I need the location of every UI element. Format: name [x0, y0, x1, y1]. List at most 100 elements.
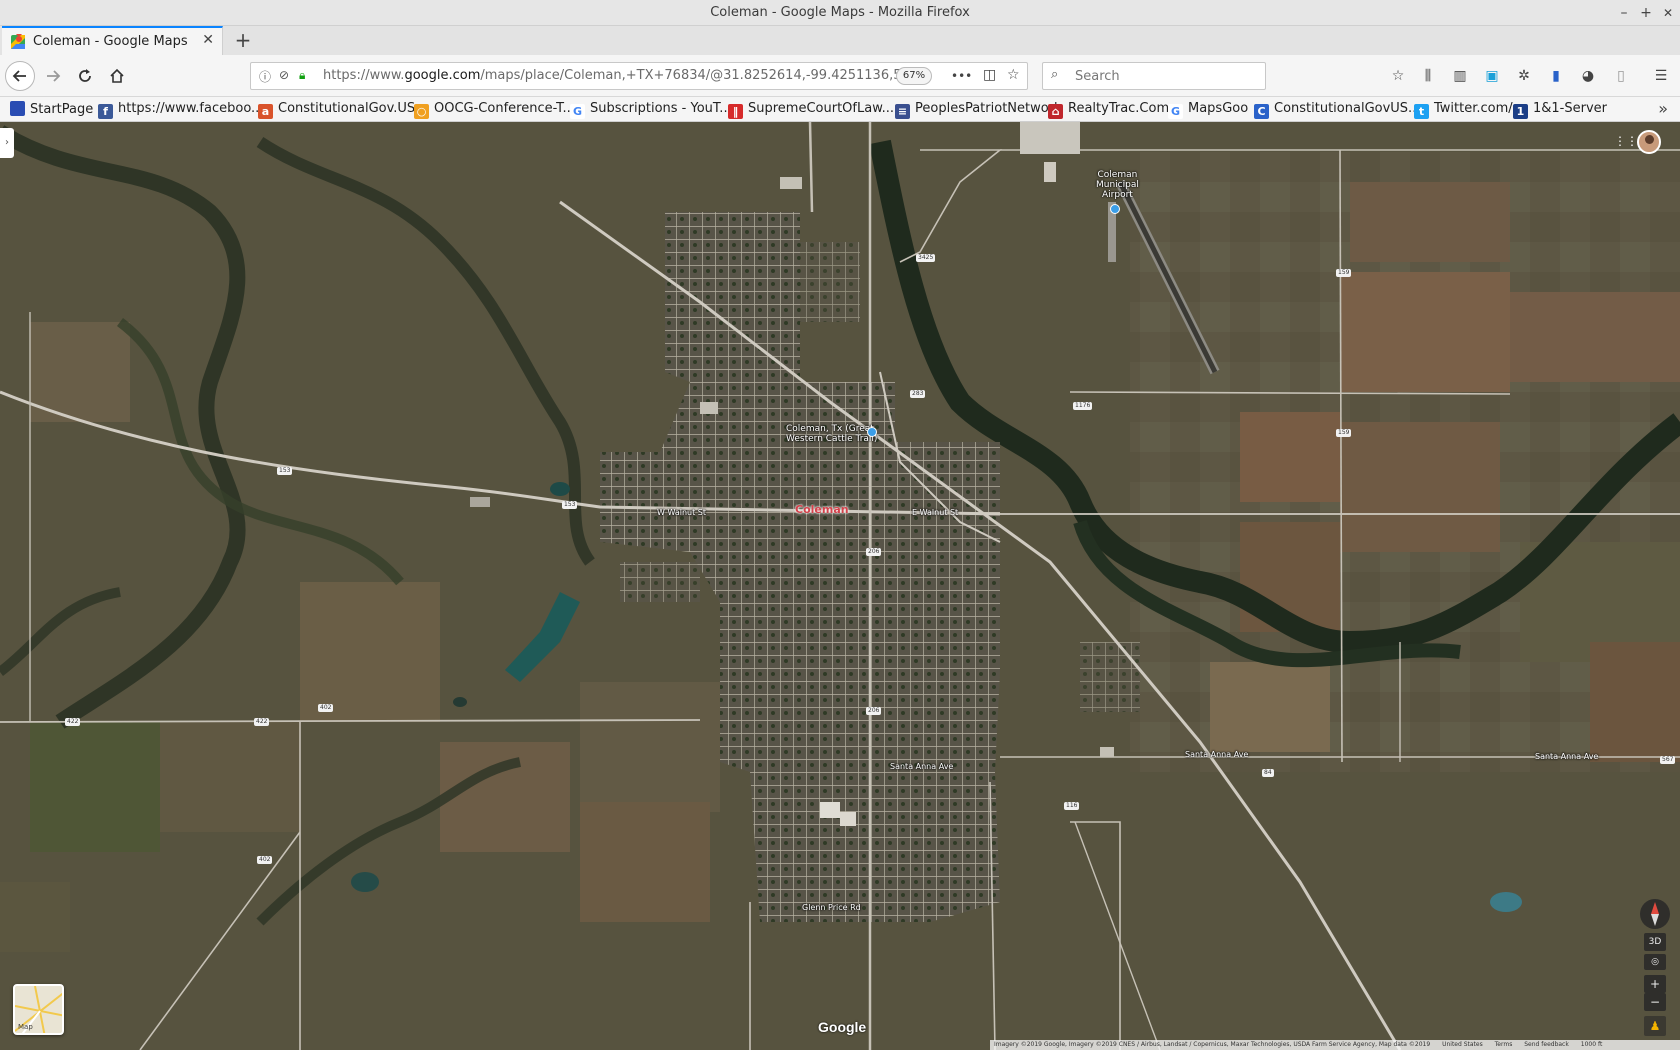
house-icon: ⌂ — [1048, 104, 1063, 119]
reload-icon — [79, 69, 91, 82]
bookmark-item[interactable]: G Subscriptions - YouT... — [570, 101, 732, 119]
bookmark-label: Twitter.com/ — [1434, 101, 1513, 116]
info-icon[interactable]: ⓘ — [259, 68, 271, 85]
url-bar[interactable]: ⓘ ⊘ 🔒︎ https://www.google.com/maps/place… — [250, 62, 1028, 90]
route-shield: 116 — [1064, 802, 1080, 810]
region-link[interactable]: United States — [1442, 1041, 1483, 1048]
tab-label: Coleman - Google Maps — [33, 34, 188, 49]
bookmark-item[interactable]: StartPage — [10, 101, 93, 119]
extension-icon[interactable]: ◕ — [1578, 66, 1598, 86]
3d-toggle-button[interactable]: 3D — [1644, 933, 1666, 951]
google-logo: Google — [818, 1019, 867, 1035]
title-bar: Coleman - Google Maps - Mozilla Firefox … — [0, 0, 1680, 26]
google-apps-icon[interactable]: ⋮⋮ — [1614, 134, 1638, 148]
airport-pin-icon[interactable] — [1110, 204, 1120, 214]
bookmark-label: ConstitutionalGovUS.... — [1274, 101, 1425, 116]
bookmark-label: PeoplesPatriotNetwork — [915, 101, 1062, 116]
route-shield: 159 — [1336, 269, 1352, 277]
pegman-icon[interactable]: ♟ — [1644, 1016, 1666, 1036]
bookmark-item[interactable]: C ConstitutionalGovUS.... — [1254, 101, 1425, 119]
map-attribution-bar: Imagery ©2019 Google, Imagery ©2019 CNES… — [990, 1040, 1680, 1050]
new-tab-button[interactable]: + — [232, 28, 254, 52]
bookmark-label: StartPage — [30, 102, 94, 117]
hamburger-menu-icon[interactable]: ☰ — [1651, 66, 1671, 86]
route-shield: 153 — [562, 501, 578, 509]
tracking-protection-icon[interactable]: ⊘ — [279, 68, 289, 82]
tab-google-maps[interactable]: Coleman - Google Maps ✕ — [2, 26, 223, 55]
google-icon: G — [570, 104, 585, 119]
route-shield: 567 — [1660, 756, 1676, 764]
maximize-button[interactable]: + — [1636, 3, 1656, 23]
page-actions-menu[interactable]: ••• — [951, 69, 972, 83]
bookmark-item[interactable]: G MapsGoo — [1168, 101, 1248, 119]
firefox-window: Coleman - Google Maps - Mozilla Firefox … — [0, 0, 1680, 1050]
zoom-in-button[interactable]: + — [1644, 975, 1666, 993]
bookmark-item[interactable]: a ConstitutionalGov.US — [258, 101, 415, 119]
extension-gear-icon[interactable]: ✲ — [1514, 66, 1534, 86]
google-maps-icon — [11, 34, 25, 49]
bookmark-star-icon[interactable]: ☆ — [1007, 67, 1020, 83]
bookmark-item[interactable]: ⌂ RealtyTrac.Com — [1048, 101, 1169, 119]
bookmark-item[interactable]: f https://www.faceboo... — [98, 101, 263, 119]
airport-label[interactable]: Coleman Municipal Airport — [1096, 170, 1139, 200]
search-icon: ⌕ — [1051, 67, 1059, 82]
bookmark-label: ConstitutionalGov.US — [278, 101, 416, 116]
bars-icon: ‖ — [728, 104, 743, 119]
route-shield: 3425 — [916, 254, 936, 262]
search-bar[interactable]: ⌕ Search — [1042, 62, 1266, 90]
circle-icon: ○ — [414, 104, 429, 119]
bookmark-label: https://www.faceboo... — [118, 101, 264, 116]
map-canvas[interactable]: Coleman Coleman Municipal Airport Coleman,… — [0, 122, 1680, 1050]
lock-icon[interactable]: 🔒︎ — [299, 68, 305, 83]
facebook-icon: f — [98, 104, 113, 119]
bookmarks-toolbar: » StartPage f https://www.faceboo... a Const… — [0, 97, 1680, 122]
bookmarks-overflow-icon[interactable]: » — [1658, 99, 1668, 118]
route-shield: 422 — [254, 718, 270, 726]
sidebar-icon[interactable]: ▥ — [1450, 66, 1470, 86]
compass-icon[interactable] — [1640, 899, 1670, 929]
close-window-button[interactable]: ✕ — [1658, 3, 1678, 23]
pocket-icon[interactable]: ◫ — [983, 67, 996, 83]
bookmark-item[interactable]: ○ OOCG-Conference-T... — [414, 101, 575, 119]
bookmark-item[interactable]: 1 1&1-Server — [1513, 101, 1607, 119]
library-icon[interactable]: ⫼ — [1418, 66, 1438, 86]
send-feedback-link[interactable]: Send feedback — [1524, 1041, 1569, 1048]
zoom-out-button[interactable]: − — [1644, 993, 1666, 1011]
tilt-icon[interactable]: ◎ — [1644, 954, 1666, 970]
save-icon[interactable]: ▣ — [1482, 66, 1502, 86]
route-shield: 84 — [1262, 769, 1274, 777]
street-label-glenn-price: Glenn Price Rd — [802, 903, 861, 912]
tab-close-button[interactable]: ✕ — [202, 32, 214, 48]
minimize-button[interactable]: – — [1614, 3, 1634, 23]
extension-disabled-icon[interactable]: ▯ — [1611, 66, 1631, 86]
bookmark-item[interactable]: ≡ PeoplesPatriotNetwork — [895, 101, 1062, 119]
bookmark-toolbar-icon[interactable]: ☆ — [1388, 66, 1408, 86]
terms-link[interactable]: Terms — [1495, 1041, 1513, 1048]
stats-extension-icon[interactable]: ▮ — [1546, 66, 1566, 86]
bookmark-item[interactable]: t Twitter.com/ — [1414, 101, 1513, 119]
scale-bar[interactable]: 1000 ft — [1581, 1041, 1603, 1048]
poi-pin-icon[interactable] — [867, 427, 877, 437]
map-layer-switcher[interactable]: Map — [13, 984, 64, 1035]
back-button[interactable] — [5, 61, 35, 91]
poi-label-cattle-trail[interactable]: Coleman, Tx (Great Western Cattle Trail) — [786, 424, 877, 444]
reload-button[interactable] — [72, 63, 98, 89]
url-text[interactable]: https://www.google.com/maps/place/Colema… — [323, 68, 901, 83]
bookmark-label: 1&1-Server — [1533, 101, 1608, 116]
city-label[interactable]: Coleman — [795, 503, 849, 516]
imagery-credit: Imagery ©2019 Google, Imagery ©2019 CNES… — [994, 1041, 1431, 1048]
route-shield: 159 — [1336, 429, 1352, 437]
route-shield: 206 — [866, 707, 882, 715]
startpage-icon — [10, 101, 25, 116]
route-shield: 1176 — [1073, 402, 1093, 410]
forward-button[interactable] — [40, 63, 66, 89]
bookmark-item[interactable]: ‖ SupremeCourtOfLaw... — [728, 101, 894, 119]
back-arrow-icon — [12, 70, 26, 82]
route-shield: 153 — [277, 467, 293, 475]
twitter-icon: t — [1414, 104, 1429, 119]
home-button[interactable] — [104, 63, 130, 89]
side-panel-toggle[interactable]: › — [0, 128, 14, 158]
street-label-santa-anna: Santa Anna Ave — [890, 762, 954, 771]
account-avatar[interactable] — [1637, 130, 1661, 154]
zoom-level-badge[interactable]: 67% — [896, 67, 932, 85]
